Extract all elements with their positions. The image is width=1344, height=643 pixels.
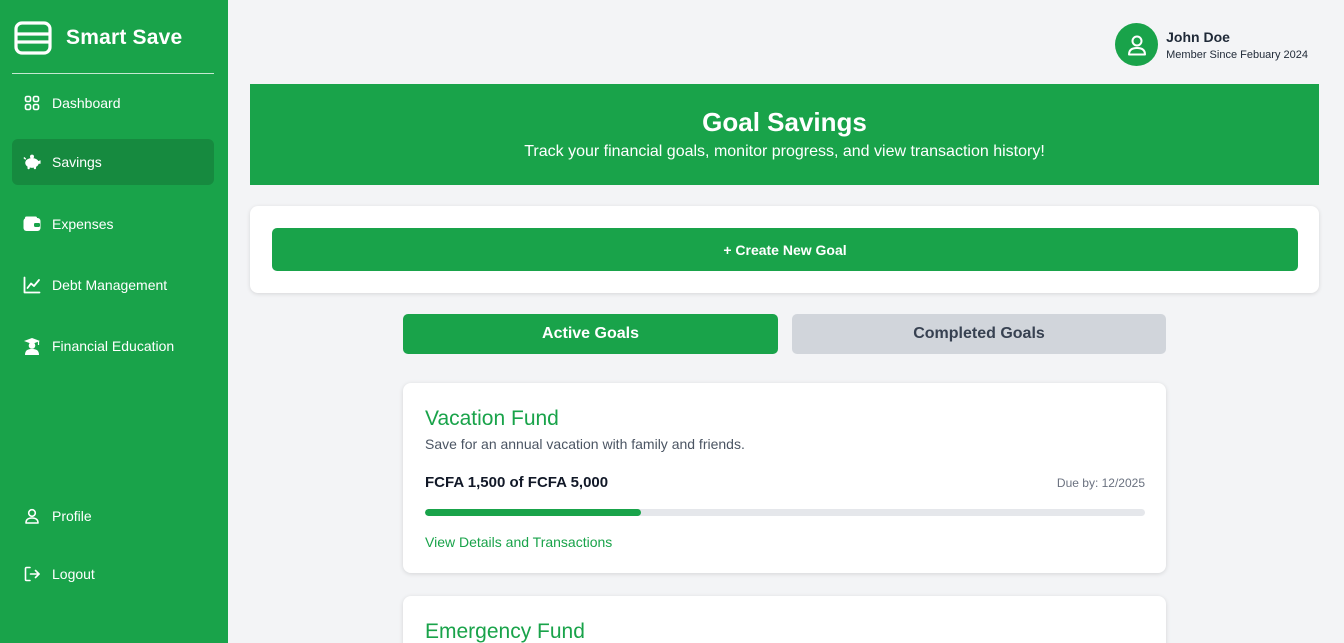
user-name: John Doe (1166, 28, 1230, 45)
goal-description: Save for an annual vacation with family … (425, 436, 745, 452)
sidebar-item-debt-management[interactable]: Debt Management (12, 262, 214, 308)
sidebar-item-label: Profile (52, 508, 92, 524)
create-goal-button[interactable]: + Create New Goal (272, 228, 1298, 271)
grid-icon (23, 94, 41, 112)
goal-due-date: Due by: 12/2025 (1056, 476, 1145, 490)
sidebar-divider (12, 73, 214, 74)
page-banner: Goal Savings Track your financial goals,… (250, 84, 1319, 185)
sidebar: Smart Save Dashboard Savings Expenses De… (0, 0, 228, 643)
sidebar-item-financial-education[interactable]: Financial Education (12, 323, 214, 369)
avatar[interactable] (1115, 23, 1159, 66)
brand-name: Smart Save (66, 26, 183, 49)
goal-card: Emergency Fund (403, 596, 1166, 643)
goal-card: Vacation Fund Save for an annual vacatio… (403, 383, 1166, 573)
graduate-icon (23, 337, 41, 355)
goal-title: Vacation Fund (425, 407, 559, 430)
tab-active-goals[interactable]: Active Goals (403, 314, 778, 354)
sidebar-item-label: Financial Education (52, 338, 175, 354)
goal-amount: FCFA 1,500 of FCFA 5,000 (425, 474, 609, 491)
wallet-icon (23, 215, 41, 233)
view-details-link[interactable]: View Details and Transactions (425, 534, 612, 550)
user-profile[interactable]: John Doe Member Since Febuary 2024 (1115, 23, 1308, 66)
tab-completed-goals[interactable]: Completed Goals (792, 314, 1166, 354)
sidebar-item-profile[interactable]: Profile (12, 493, 214, 539)
create-goal-card: + Create New Goal (250, 206, 1319, 293)
sidebar-item-label: Debt Management (52, 277, 168, 293)
sidebar-item-dashboard[interactable]: Dashboard (12, 80, 214, 126)
logout-icon (23, 565, 41, 583)
sidebar-item-label: Logout (52, 566, 95, 582)
user-icon (1127, 35, 1146, 55)
wallet-logo-icon (14, 21, 52, 55)
goal-title: Emergency Fund (425, 620, 585, 643)
sidebar-item-label: Dashboard (52, 95, 121, 111)
sidebar-item-logout[interactable]: Logout (12, 551, 214, 597)
page-subtitle: Track your financial goals, monitor prog… (524, 143, 1045, 160)
goal-progress-bar (425, 509, 1145, 516)
goal-progress-fill (425, 509, 641, 516)
page-title: Goal Savings (702, 107, 867, 137)
piggy-bank-icon (23, 153, 41, 171)
user-icon (23, 507, 41, 525)
sidebar-item-savings[interactable]: Savings (12, 139, 214, 185)
sidebar-item-label: Savings (52, 154, 102, 170)
sidebar-item-label: Expenses (52, 216, 114, 232)
user-info: John Doe Member Since Febuary 2024 (1166, 29, 1308, 61)
brand[interactable]: Smart Save (14, 21, 182, 55)
sidebar-item-expenses[interactable]: Expenses (12, 201, 214, 247)
chart-line-icon (23, 276, 41, 294)
member-since: Member Since Febuary 2024 (1166, 48, 1308, 61)
